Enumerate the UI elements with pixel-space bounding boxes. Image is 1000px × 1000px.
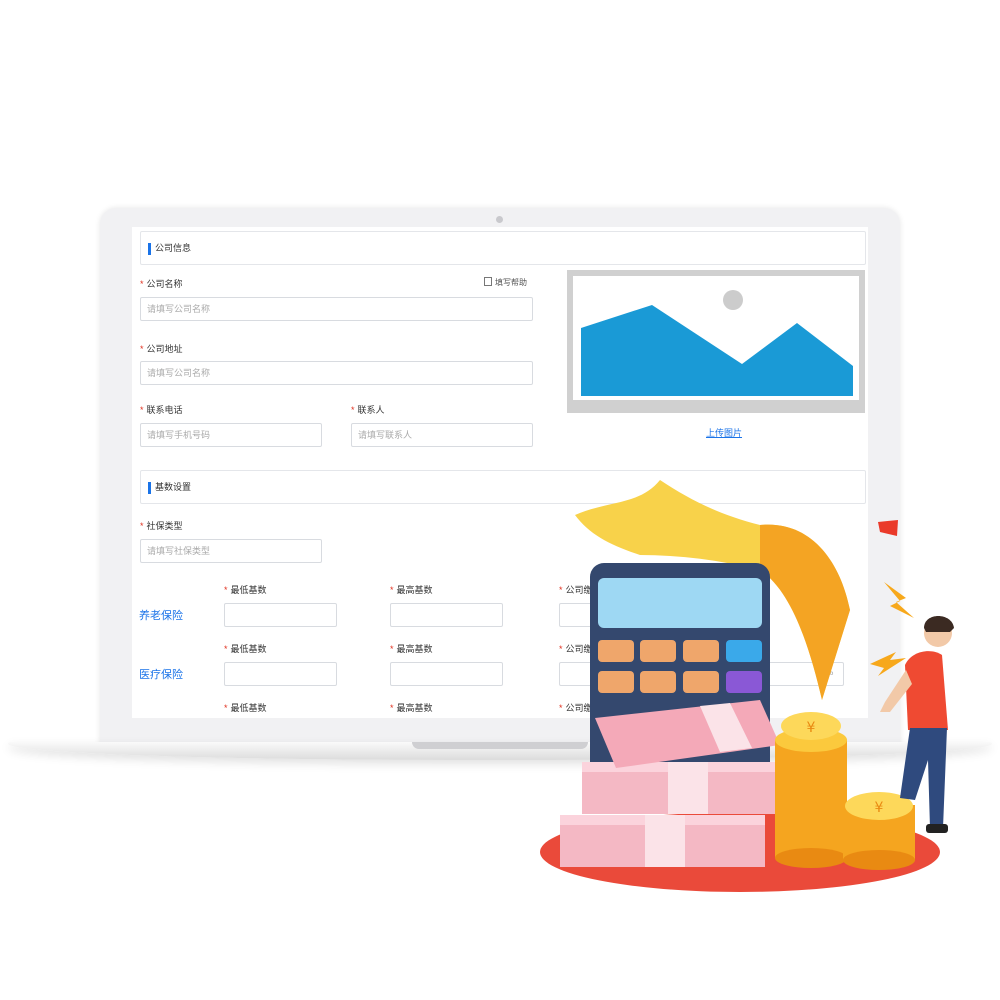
phone-input[interactable]: 请填写手机号码	[140, 423, 322, 447]
image-upload-area[interactable]	[567, 270, 865, 413]
company-name-label: * 公司名称	[140, 279, 183, 289]
help-icon	[484, 277, 492, 286]
company-address-label: * 公司地址	[140, 344, 183, 354]
max-base-label: * 最高基数	[390, 644, 433, 654]
finance-illustration: ¥ ¥	[540, 480, 954, 892]
max-base-input[interactable]	[390, 603, 503, 627]
insurance-name: 医疗保险	[139, 669, 183, 681]
help-link[interactable]: 填写帮助	[484, 277, 527, 288]
min-base-label: * 最低基数	[224, 703, 267, 713]
min-base-label: * 最低基数	[224, 644, 267, 654]
camera-dot	[496, 216, 503, 223]
min-base-input[interactable]	[224, 603, 337, 627]
max-base-input[interactable]	[390, 662, 503, 686]
social-type-input[interactable]: 请填写社保类型	[140, 539, 322, 563]
phone-label: * 联系电话	[140, 405, 183, 415]
contact-label: * 联系人	[351, 405, 385, 415]
lightning	[870, 652, 906, 676]
section-company-info: 公司信息	[140, 231, 866, 265]
upload-image-link[interactable]: 上传图片	[706, 426, 742, 439]
company-address-input[interactable]: 请填写公司名称	[140, 361, 533, 385]
social-type-label: * 社保类型	[140, 521, 183, 531]
coin-symbol: ¥	[875, 800, 884, 816]
coin-symbol: ¥	[807, 720, 816, 736]
max-base-label: * 最高基数	[390, 585, 433, 595]
confetti	[878, 520, 898, 536]
contact-input[interactable]: 请填写联系人	[351, 423, 533, 447]
max-base-label: * 最高基数	[390, 703, 433, 713]
company-name-input[interactable]: 请填写公司名称	[140, 297, 533, 321]
section-marker	[148, 482, 151, 494]
min-base-label: * 最低基数	[224, 585, 267, 595]
image-placeholder-icon	[573, 276, 859, 400]
min-base-input[interactable]	[224, 662, 337, 686]
lightning	[884, 582, 914, 618]
section-marker	[148, 243, 151, 255]
section-title: 公司信息	[155, 243, 192, 253]
calculator-display	[598, 578, 762, 628]
insurance-name: 养老保险	[139, 610, 183, 622]
coin-stacks	[775, 712, 915, 870]
section-title: 基数设置	[155, 482, 192, 492]
